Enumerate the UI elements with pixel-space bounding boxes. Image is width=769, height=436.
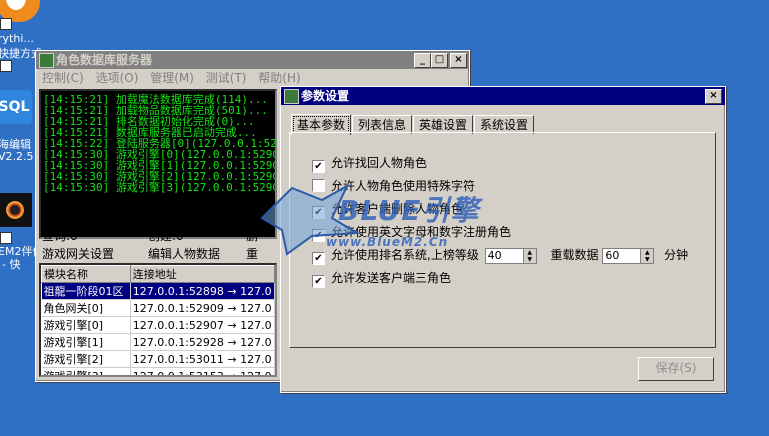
checkbox-checked[interactable]: ✔ [312, 160, 325, 173]
menu-help[interactable]: 帮助(H) [258, 71, 300, 85]
shortcut-arrow-icon [0, 18, 12, 30]
edit-character-button[interactable]: 编辑人物数据 [148, 245, 220, 262]
option-send-three-chars[interactable]: ✔ 允许发送客户端三角色 [312, 270, 452, 288]
module-name: 游戏引擎[2] [41, 350, 131, 368]
module-address: 127.0.0.1:52907 → 127.0 [130, 316, 275, 334]
module-name: 游戏引擎[3] [41, 367, 131, 375]
create-count: 创建:0 [148, 229, 184, 243]
menu-options[interactable]: 选项(O) [96, 71, 139, 85]
reload-value: 60 [605, 248, 620, 262]
module-address: 127.0.0.1:52928 → 127.0 [130, 333, 275, 351]
app-window-icon [284, 89, 299, 104]
option-recover-character[interactable]: ✔ 允许找回人物角色 [312, 155, 428, 173]
settings-dialog-titlebar[interactable]: 参数设置 × [281, 87, 725, 105]
option-label: 允许找回人物角色 [331, 156, 428, 170]
query-count: 查询:0 [42, 229, 78, 243]
watermark-brand: BLUE引擎 [338, 194, 484, 227]
grid-header-module[interactable]: 模块名称 [41, 265, 131, 283]
sql-icon[interactable]: SQL [0, 90, 32, 124]
checkbox-checked[interactable]: ✔ [312, 275, 325, 288]
shortcut-arrow-icon [0, 60, 12, 72]
module-address: 127.0.0.1:53011 → 127.0 [130, 350, 275, 368]
watermark-logo: BLUE引擎 www.BlueM2.Cn [260, 183, 484, 256]
table-row[interactable]: 游戏引擎[3] 127.0.0.1:53153 → 127.0 [41, 367, 275, 375]
app-window-icon [39, 53, 54, 68]
log-line: [14:15:30] 游戏引擎[3](127.0.0.1:52907) [43, 181, 277, 194]
close-button[interactable]: × [705, 89, 722, 104]
dialog-title: 参数设置 [301, 89, 350, 103]
maximize-button[interactable]: □ [431, 53, 448, 68]
menu-control[interactable]: 控制(C) [42, 71, 84, 85]
watermark-url: www.BlueM2.Cn [326, 235, 448, 249]
module-name: 角色网关[0] [41, 299, 131, 317]
module-name: 祖龍一阶段01区 [41, 282, 131, 300]
module-address: 127.0.0.1:52898 → 127.0 [130, 282, 275, 300]
server-window-titlebar[interactable]: 角色数据库服务器 _ □ × [36, 51, 469, 69]
reload-label: 重载数据 [550, 248, 599, 262]
minutes-label: 分钟 [664, 248, 689, 262]
module-name: 游戏引擎[1] [41, 333, 131, 351]
table-row[interactable]: 角色网关[0] 127.0.0.1:52909 → 127.0 [41, 299, 275, 317]
image-icon[interactable] [0, 193, 32, 227]
menu-test[interactable]: 测试(T) [206, 71, 247, 85]
table-row[interactable]: 祖龍一阶段01区 127.0.0.1:52898 → 127.0 [41, 282, 275, 300]
reload-spinner[interactable]: 60 ▲ ▼ [602, 247, 655, 264]
gateway-settings-button[interactable]: 游戏网关设置 [42, 245, 114, 262]
save-button[interactable]: 保存(S) [638, 357, 714, 381]
spinner-arrows-icon[interactable]: ▲ ▼ [640, 248, 654, 263]
desktop-label[interactable]: - 快 [2, 256, 20, 272]
module-grid[interactable]: 模块名称 连接地址 祖龍一阶段01区 127.0.0.1:52898 → 127… [39, 263, 277, 377]
users-count: 用户:0 [148, 213, 184, 227]
tab-strip: 基本参数 列表信息 英雄设置 系统设置 [291, 113, 535, 135]
table-row[interactable]: 游戏引擎[1] 127.0.0.1:52928 → 127.0 [41, 333, 275, 351]
close-button[interactable]: × [450, 53, 467, 68]
module-address: 127.0.0.1:53153 → 127.0 [130, 367, 275, 375]
table-row[interactable]: 游戏引擎[2] 127.0.0.1:53011 → 127.0 [41, 350, 275, 368]
option-label: 允许发送客户端三角色 [331, 271, 452, 285]
module-name: 游戏引擎[0] [41, 316, 131, 334]
grid-header-address[interactable]: 连接地址 [129, 265, 275, 283]
desktop-label[interactable]: rythi... [0, 32, 34, 45]
desktop-label[interactable]: V2.2.5 [0, 150, 34, 163]
table-row[interactable]: 游戏引擎[0] 127.0.0.1:52907 → 127.0 [41, 316, 275, 334]
connections-count: 连接:4 [42, 213, 78, 227]
module-address: 127.0.0.1:52909 → 127.0 [130, 299, 275, 317]
minimize-button[interactable]: _ [414, 53, 431, 68]
menubar: 控制(C) 选项(O) 管理(M) 测试(T) 帮助(H) [36, 69, 469, 87]
window-title: 角色数据库服务器 [56, 53, 153, 67]
menu-manage[interactable]: 管理(M) [150, 71, 194, 85]
